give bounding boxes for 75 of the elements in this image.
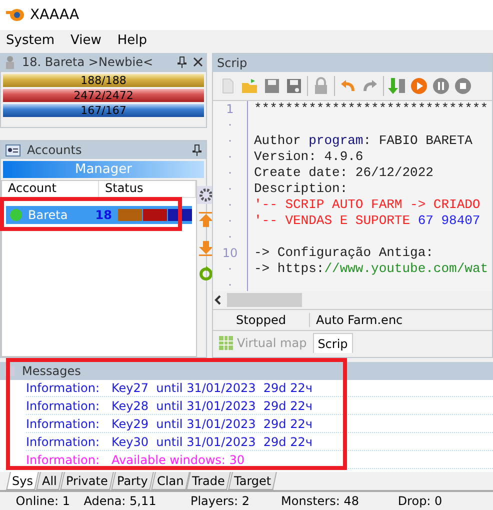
move-down-icon[interactable] — [197, 238, 215, 256]
status-text: Drop: 0 — [396, 494, 444, 508]
pause-icon[interactable] — [432, 77, 450, 95]
status-text: Monsters: 48 — [280, 494, 360, 508]
stop-icon[interactable] — [454, 77, 472, 95]
message-row: Information: Key30 until 31/01/2023 29d 22ч — [26, 433, 493, 451]
account-level: 18 — [95, 208, 112, 222]
line-number: · — [227, 133, 233, 149]
line-number: · — [227, 117, 233, 133]
refresh-icon[interactable] — [197, 264, 215, 282]
folder-icon[interactable] — [241, 77, 259, 95]
pin-icon[interactable] — [192, 144, 202, 156]
id-card-icon — [5, 143, 21, 157]
chat-tab[interactable]: Private — [60, 472, 114, 490]
run-status: Stopped — [213, 313, 310, 327]
scroll-left-icon[interactable] — [213, 295, 223, 305]
status-text: Adena: 5,11 — [82, 494, 158, 508]
line-number: · — [227, 261, 233, 277]
code-line: '-- SCRIP AUTO FARM -> CRIADO — [254, 197, 482, 213]
grid-map-icon — [219, 336, 233, 350]
code-line: -> Configuração Antiga: — [254, 245, 434, 261]
compile-icon[interactable] — [388, 77, 406, 95]
chat-tab[interactable]: Trade — [186, 472, 231, 490]
character-icon — [4, 55, 16, 69]
chat-tab[interactable]: Target — [228, 472, 278, 490]
character-title: 18. Bareta >Newbie< — [22, 55, 154, 69]
message-row: Information: Key29 until 31/01/2023 29d 22ч — [26, 415, 493, 433]
play-icon[interactable] — [410, 77, 428, 95]
move-up-icon[interactable] — [197, 212, 215, 230]
message-row: Information: Key27 until 31/01/2023 29d 22ч — [26, 380, 493, 397]
code-line: Author program: FABIO BARETA — [254, 133, 474, 149]
code-line: Version: 4.9.6 — [254, 149, 364, 165]
stat-value: 2472/2472 — [72, 89, 134, 102]
line-number: · — [227, 213, 233, 229]
code-line: ****************************** — [254, 101, 488, 117]
status-text: Online: 1 — [14, 494, 70, 508]
column-header[interactable]: Status — [99, 181, 196, 197]
line-number: 10 — [221, 245, 239, 261]
menu-item[interactable]: View — [70, 32, 102, 48]
tab[interactable]: Scrip — [312, 333, 353, 353]
panel-title: Accounts — [27, 143, 82, 157]
code-line: Description: — [254, 181, 349, 197]
file-name: Auto Farm.enc — [315, 313, 403, 327]
line-number: · — [227, 277, 233, 291]
line-number: 1 — [225, 101, 235, 117]
lock-icon[interactable] — [312, 77, 330, 95]
column-header[interactable]: Account — [2, 181, 99, 197]
chat-tab[interactable]: Clan — [150, 472, 190, 490]
message-row: Information: Available windows: 30 — [26, 451, 493, 469]
app-logo-icon — [6, 8, 24, 22]
line-number: · — [227, 229, 233, 245]
menu-item[interactable]: Help — [117, 32, 147, 48]
panel-title: Scrip — [217, 56, 248, 70]
stat-value: 167/167 — [80, 104, 128, 117]
line-number: · — [227, 149, 233, 165]
line-number: · — [227, 181, 233, 197]
chat-tab[interactable]: Sys — [6, 472, 39, 490]
line-number: · — [227, 197, 233, 213]
chat-tab[interactable]: Party — [110, 472, 154, 490]
panel-title: Messages — [22, 364, 81, 378]
status-text: Players: 2 — [189, 494, 251, 508]
account-name: Bareta — [28, 208, 68, 222]
code-line: Create date: 26/12/2022 — [254, 165, 434, 181]
save-icon[interactable] — [263, 77, 281, 95]
close-icon[interactable] — [193, 57, 203, 67]
pin-icon[interactable] — [177, 56, 187, 68]
line-number: · — [227, 165, 233, 181]
message-row: Information: Key28 until 31/01/2023 29d 22ч — [26, 397, 493, 415]
window-title: XAAAA — [30, 7, 80, 23]
code-line: -> https://www.youtube.com/wat — [254, 261, 488, 277]
stat-value: 188/188 — [80, 74, 128, 87]
chat-tab[interactable]: All — [36, 472, 63, 490]
save-as-icon[interactable] — [285, 77, 303, 95]
menu-item[interactable]: System — [6, 32, 54, 48]
code-line: '-- VENDAS E SUPORTE 67 98407 — [254, 213, 482, 229]
